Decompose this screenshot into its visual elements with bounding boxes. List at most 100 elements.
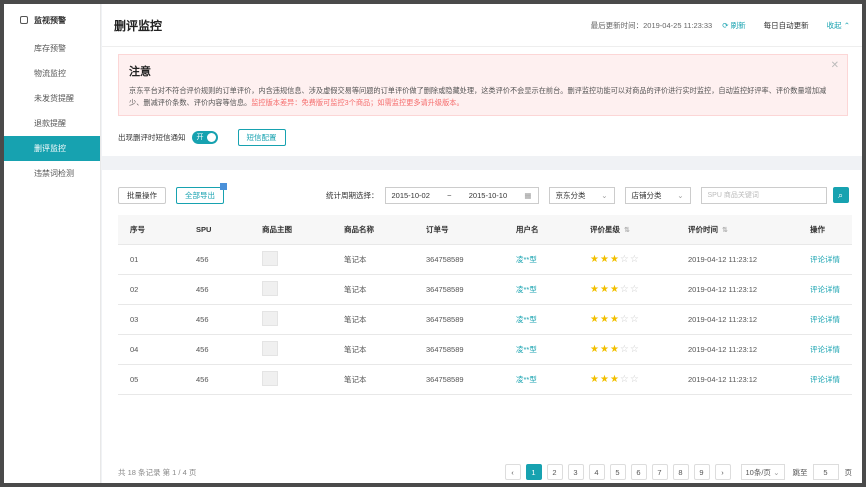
- search-button[interactable]: ⌕: [832, 187, 849, 203]
- page-size-select[interactable]: 10条/页 ⌄: [740, 464, 785, 480]
- page-button[interactable]: 8: [672, 464, 689, 480]
- star-icon: ★: [590, 254, 600, 265]
- pagination-bar: 共 18 条记录 第 1 / 4 页 ‹ 123456789 › 10条/页 ⌄…: [118, 464, 852, 480]
- sidebar-item-unshipped[interactable]: 未发货提醒: [4, 86, 100, 111]
- export-all-button[interactable]: 全部导出: [176, 182, 227, 204]
- row-user[interactable]: 凌**型: [504, 274, 578, 305]
- star-icon: ★: [590, 284, 600, 295]
- sms-config-button[interactable]: 短信配置: [237, 129, 286, 146]
- star-icon: ★: [590, 314, 600, 325]
- page-button[interactable]: 9: [693, 464, 710, 480]
- sidebar-item-inventory-alert[interactable]: 库存预警: [4, 36, 100, 61]
- star-icon: ☆: [619, 314, 630, 325]
- notice-warning: 监控版本差异：免费版可监控3个商品；如需监控更多请升级版本。: [251, 98, 464, 107]
- jump-label: 跳至: [792, 467, 808, 477]
- review-detail-link[interactable]: 评论详情: [798, 334, 852, 365]
- row-spu: 456: [184, 244, 250, 275]
- sidebar-item-banned-words[interactable]: 违禁词检测: [4, 161, 100, 186]
- search-input[interactable]: SPU 商品关键词: [700, 186, 827, 204]
- page-button[interactable]: 1: [525, 464, 542, 480]
- star-icon: ★: [609, 254, 620, 265]
- refresh-button[interactable]: ⟳ 刷新: [722, 20, 745, 31]
- review-detail-link[interactable]: 评论详情: [798, 304, 852, 335]
- review-detail-link[interactable]: 评论详情: [798, 364, 852, 395]
- prev-page-button[interactable]: ‹: [504, 464, 521, 480]
- table-row: 05 456 笔记本 364758589 凌**型 ★★★☆☆ 2019-04-12 11:…: [118, 364, 852, 395]
- date-range-picker[interactable]: 2015-10-02 ~ 2015-10-10 ▦: [384, 186, 539, 204]
- star-icon: ☆: [629, 374, 640, 385]
- sidebar: 监视预警 库存预警 物流监控 未发货提醒 退款提醒 删评监控 违禁词检测: [4, 4, 101, 483]
- star-icon: ☆: [629, 284, 640, 295]
- jd-category-select[interactable]: 京东分类 ⌄: [548, 186, 615, 204]
- row-no: 01: [118, 244, 184, 275]
- row-spu: 456: [184, 274, 250, 305]
- chevron-down-icon: ⌄: [601, 190, 608, 200]
- star-icon: ☆: [619, 374, 630, 385]
- col-action: 操作: [798, 215, 852, 245]
- row-name: 笔记本: [332, 334, 414, 365]
- row-image-cell: [250, 364, 332, 395]
- table-row: 03 456 笔记本 364758589 凌**型 ★★★☆☆ 2019-04-12 11:…: [118, 304, 852, 335]
- review-table-card: 批量操作 全部导出 统计周期选择： 2015-10-02 ~ 2015-10-1…: [102, 170, 862, 483]
- col-time[interactable]: 评价时间 ⇅: [676, 215, 798, 245]
- review-table: 序号 SPU 商品主图 商品名称 订单号 用户名 评价星级 ⇅ 评价时间 ⇅ 操作: [118, 215, 852, 395]
- row-no: 02: [118, 274, 184, 305]
- notice-banner: 注意 京东平台对不符合评价规则的订单评价，内含违规信息、涉及虚假交易等问题的订单…: [118, 54, 848, 116]
- sidebar-header[interactable]: 监视预警: [4, 4, 100, 36]
- row-user[interactable]: 凌**型: [504, 364, 578, 395]
- row-stars: ★★★☆☆: [578, 274, 676, 305]
- close-icon[interactable]: ✕: [831, 60, 839, 71]
- pagination-summary: 共 18 条记录 第 1 / 4 页: [118, 467, 197, 477]
- row-user[interactable]: 凌**型: [504, 334, 578, 365]
- row-name: 笔记本: [332, 304, 414, 335]
- row-user[interactable]: 凌**型: [504, 304, 578, 335]
- page-button[interactable]: 6: [630, 464, 647, 480]
- page-size-label: 10条/页: [745, 467, 771, 477]
- table-row: 01 456 笔记本 364758589 凌**型 ★★★☆☆ 2019-04-12 11:…: [118, 244, 852, 275]
- row-no: 05: [118, 364, 184, 395]
- chevron-up-icon: ⌃: [843, 20, 850, 30]
- page-button[interactable]: 7: [651, 464, 668, 480]
- date-start: 2015-10-02: [391, 190, 430, 200]
- col-stars[interactable]: 评价星级 ⇅: [578, 215, 676, 245]
- page-title: 删评监控: [114, 18, 163, 33]
- row-stars: ★★★☆☆: [578, 364, 676, 395]
- star-icon: ★: [599, 284, 610, 295]
- sidebar-item-refund[interactable]: 退款提醒: [4, 111, 100, 136]
- row-order: 364758589: [414, 304, 504, 335]
- page-button[interactable]: 4: [588, 464, 605, 480]
- sidebar-item-review-delete[interactable]: 删评监控: [4, 136, 100, 161]
- table-header-row: 序号 SPU 商品主图 商品名称 订单号 用户名 评价星级 ⇅ 评价时间 ⇅ 操作: [118, 215, 852, 245]
- col-stars-label: 评价星级: [590, 225, 620, 234]
- sidebar-item-logistics[interactable]: 物流监控: [4, 61, 100, 86]
- star-icon: ☆: [619, 254, 630, 265]
- next-page-button[interactable]: ›: [714, 464, 731, 480]
- collapse-button[interactable]: 收起 ⌃: [827, 20, 850, 31]
- sms-notify-switch[interactable]: 开: [191, 131, 218, 144]
- star-icon: ☆: [629, 314, 640, 325]
- page-button[interactable]: 2: [546, 464, 563, 480]
- jd-category-label: 京东分类: [555, 190, 586, 200]
- review-detail-link[interactable]: 评论详情: [798, 274, 852, 305]
- row-order: 364758589: [414, 244, 504, 275]
- notice-body: 京东平台对不符合评价规则的订单评价，内含违规信息、涉及虚假交易等问题的订单评价做…: [129, 85, 837, 109]
- col-name: 商品名称: [332, 215, 414, 245]
- star-icon: ★: [599, 314, 610, 325]
- row-user[interactable]: 凌**型: [504, 244, 578, 275]
- sort-icon: ⇅: [624, 227, 630, 234]
- review-detail-link[interactable]: 评论详情: [798, 244, 852, 275]
- row-order: 364758589: [414, 334, 504, 365]
- last-update-label: 最后更新时间：: [590, 20, 644, 30]
- chevron-down-icon: ⌄: [677, 190, 684, 200]
- batch-button[interactable]: 批量操作: [118, 186, 166, 204]
- row-image-cell: [250, 274, 332, 305]
- shop-category-select[interactable]: 店铺分类 ⌄: [624, 186, 691, 204]
- page-button[interactable]: 3: [567, 464, 584, 480]
- jump-input[interactable]: 5: [812, 464, 839, 480]
- page-button[interactable]: 5: [609, 464, 626, 480]
- row-name: 笔记本: [332, 244, 414, 275]
- auto-update-toggle[interactable]: 每日自动更新: [764, 20, 809, 31]
- col-no: 序号: [118, 215, 184, 245]
- refresh-icon: ⟳: [722, 20, 729, 30]
- row-name: 笔记本: [332, 274, 414, 305]
